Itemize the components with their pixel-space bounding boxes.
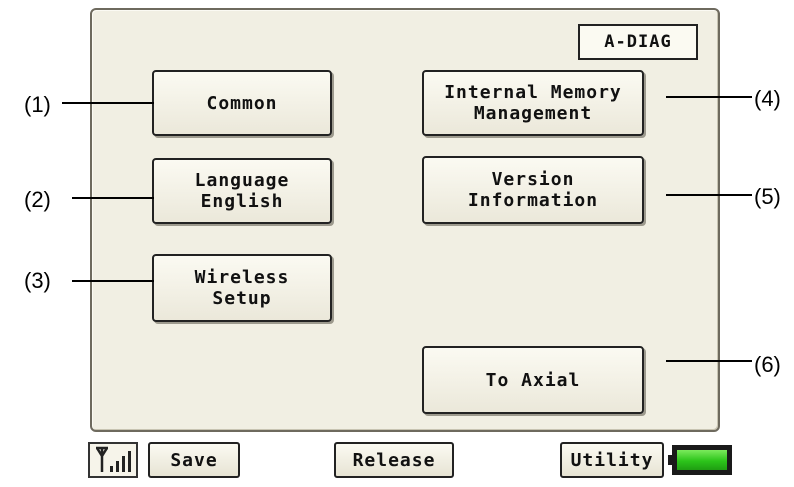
callout-6-line: [666, 360, 752, 362]
callout-4-line: [666, 96, 752, 98]
callout-2: (2): [24, 187, 51, 212]
version-information-button[interactable]: Version Information: [422, 156, 644, 224]
battery-terminal: [668, 455, 672, 465]
release-button[interactable]: Release: [334, 442, 454, 478]
save-button[interactable]: Save: [148, 442, 240, 478]
callout-5: (5): [754, 184, 781, 209]
language-button-line1: Language: [194, 170, 290, 191]
wireless-setup-button[interactable]: Wireless Setup: [152, 254, 332, 322]
to-axial-button[interactable]: To Axial: [422, 346, 644, 414]
common-button-label: Common: [206, 92, 278, 114]
callout-2-line: [72, 197, 154, 199]
memory-button-line2: Management: [473, 103, 593, 124]
callout-3-line: [72, 280, 154, 282]
callout-5-line: [666, 194, 752, 196]
to-axial-button-label: To Axial: [485, 369, 581, 391]
utility-button[interactable]: Utility: [560, 442, 664, 478]
callout-1-line: [62, 102, 154, 104]
wireless-button-line1: Wireless: [194, 267, 290, 288]
wireless-button-line2: Setup: [212, 288, 272, 309]
internal-memory-management-button[interactable]: Internal Memory Management: [422, 70, 644, 136]
callout-4: (4): [754, 86, 781, 111]
battery-icon: [668, 445, 732, 475]
version-button-line2: Information: [467, 190, 599, 211]
version-button-line1: Version: [491, 169, 575, 190]
memory-button-line1: Internal Memory: [444, 82, 622, 103]
callout-6: (6): [754, 352, 781, 377]
language-button-line2: English: [200, 191, 284, 212]
signal-strength-glyph: [95, 446, 131, 472]
mode-indicator: A-DIAG: [578, 24, 698, 60]
language-button[interactable]: Language English: [152, 158, 332, 224]
callout-3: (3): [24, 268, 51, 293]
callout-1: (1): [24, 92, 51, 117]
common-button[interactable]: Common: [152, 70, 332, 136]
battery-level-fill: [677, 450, 727, 470]
signal-strength-icon: [88, 442, 138, 478]
